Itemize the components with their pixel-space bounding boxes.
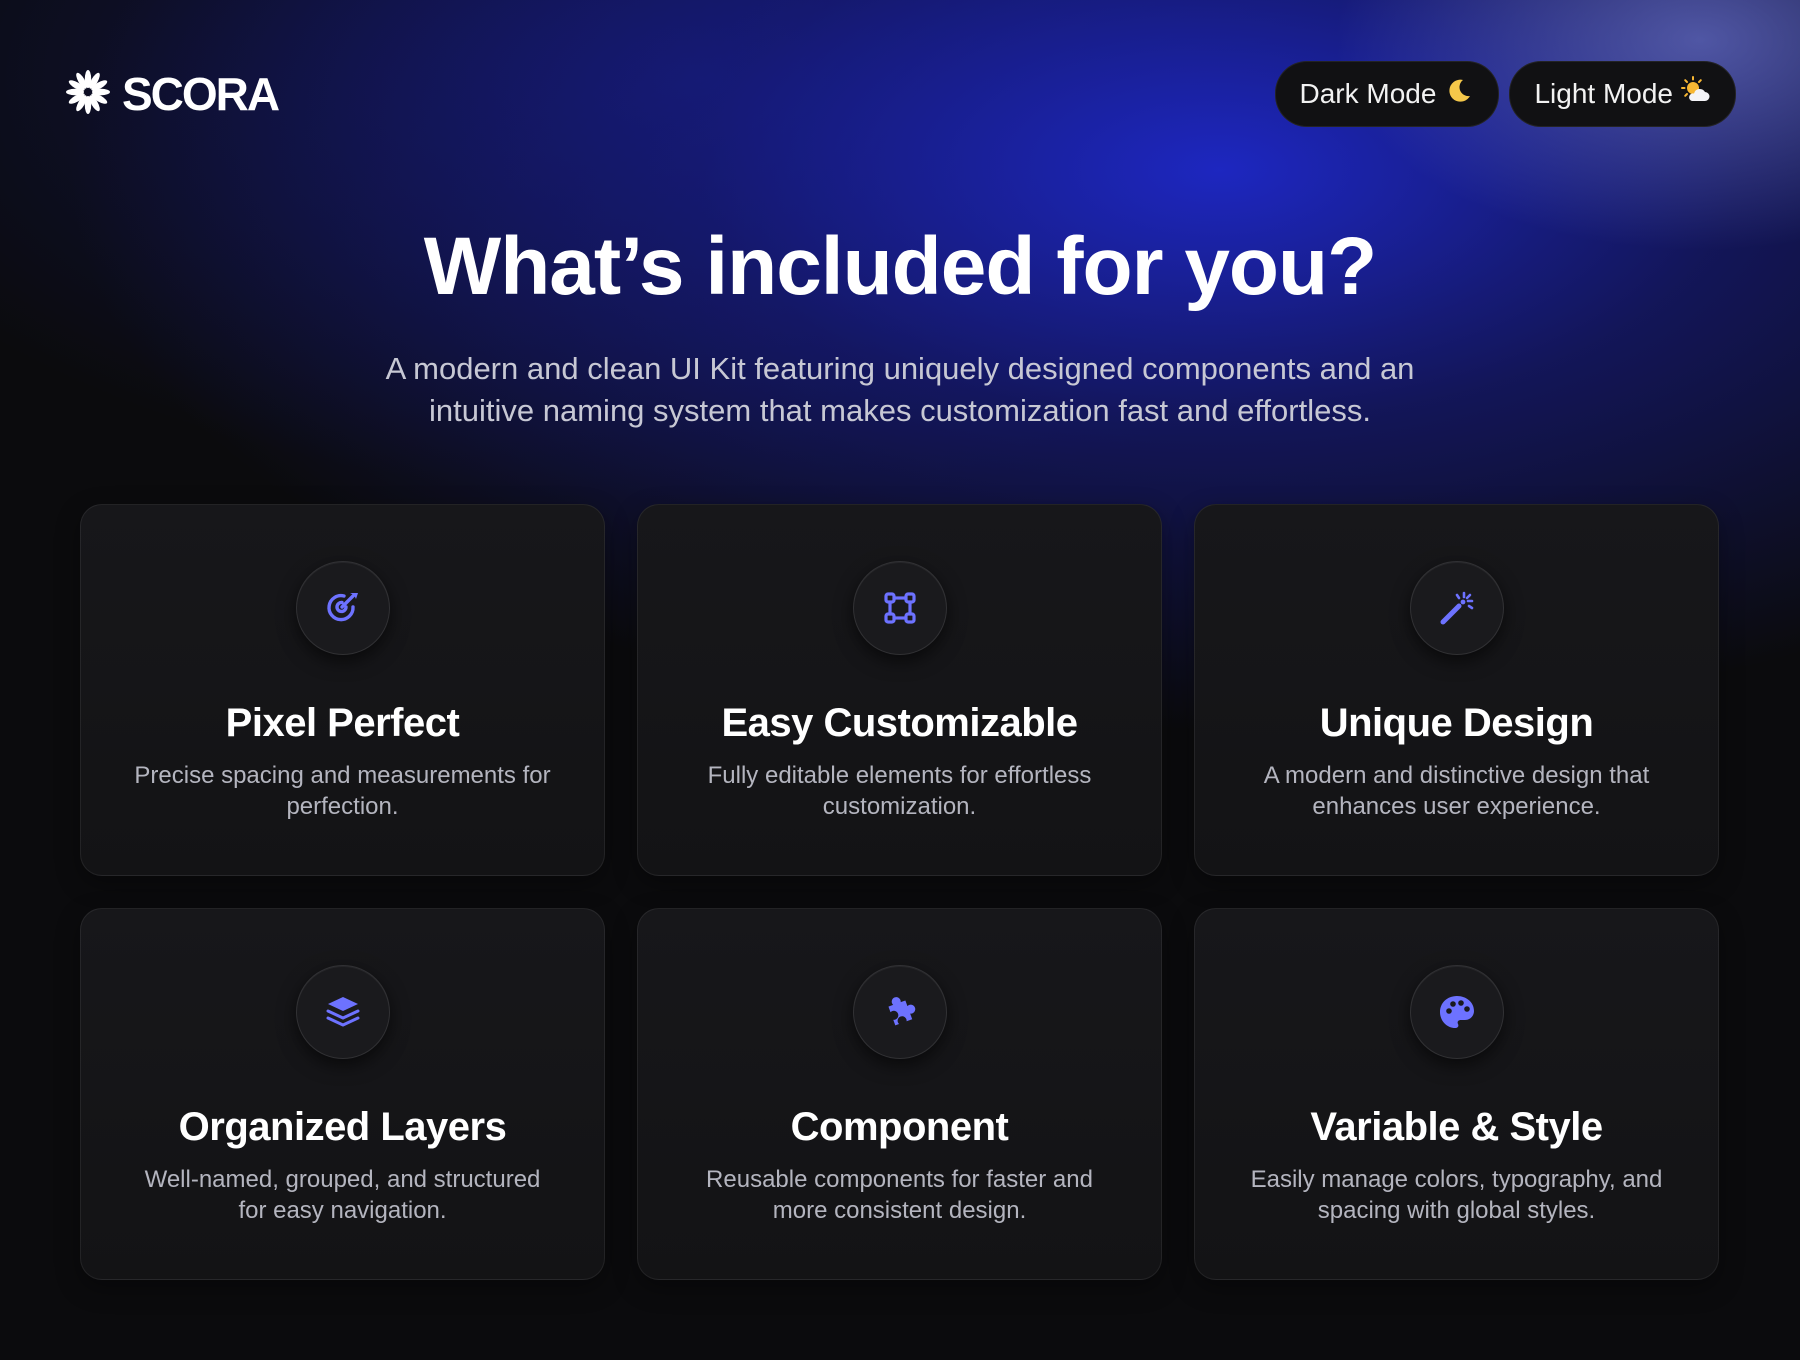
layers-icon [295,965,390,1059]
feature-title: Easy Customizable [721,701,1078,745]
feature-description: A modern and distinctive design that enh… [1263,762,1650,820]
vector-square-icon [852,561,947,655]
feature-description: Well-named, grouped, and structured for … [144,1166,541,1224]
theme-toggle-group: Dark Mode Light Mode [1274,61,1736,127]
light-mode-button[interactable]: Light Mode [1509,61,1736,127]
brand-logo[interactable]: SCORA [64,67,280,121]
light-mode-label: Light Mode [1534,78,1673,109]
asterisk-flower-icon [64,68,112,121]
feature-card-easy-customizable[interactable]: Easy Customizable Fully editable element… [637,504,1162,876]
feature-description: Precise spacing and measurements for per… [134,762,551,820]
feature-description: Easily manage colors, typography, and sp… [1250,1166,1663,1224]
moon-icon [1444,76,1474,113]
puzzle-piece-icon [852,965,947,1059]
palette-icon [1409,965,1504,1059]
top-bar: SCORA Dark Mode Light Mode [64,58,1736,130]
feature-card-variable-style[interactable]: Variable & Style Easily manage colors, t… [1194,908,1719,1280]
page-title: What’s included for you? [423,221,1377,312]
sun-cloud-icon [1681,75,1711,113]
features-grid: Pixel Perfect Precise spacing and measur… [80,504,1720,1280]
feature-title: Component [790,1105,1009,1149]
feature-title: Pixel Perfect [225,701,460,745]
magic-wand-icon [1409,561,1504,655]
feature-card-pixel-perfect[interactable]: Pixel Perfect Precise spacing and measur… [80,504,605,876]
target-arrow-icon [295,561,390,655]
feature-card-organized-layers[interactable]: Organized Layers Well-named, grouped, an… [80,908,605,1280]
feature-card-component[interactable]: Component Reusable components for faster… [637,908,1162,1280]
feature-card-unique-design[interactable]: Unique Design A modern and distinctive d… [1194,504,1719,876]
page-subtitle: A modern and clean UI Kit featuring uniq… [385,351,1415,429]
feature-title: Variable & Style [1310,1105,1603,1149]
feature-title: Organized Layers [178,1105,507,1149]
dark-mode-label: Dark Mode [1299,78,1437,109]
feature-description: Reusable components for faster and more … [706,1166,1093,1224]
feature-title: Unique Design [1319,701,1594,745]
brand-name: SCORA [122,68,280,120]
dark-mode-button[interactable]: Dark Mode [1274,61,1500,127]
feature-description: Fully editable elements for effortless c… [707,762,1092,820]
hero-section: What’s included for you? A modern and cl… [0,221,1800,432]
